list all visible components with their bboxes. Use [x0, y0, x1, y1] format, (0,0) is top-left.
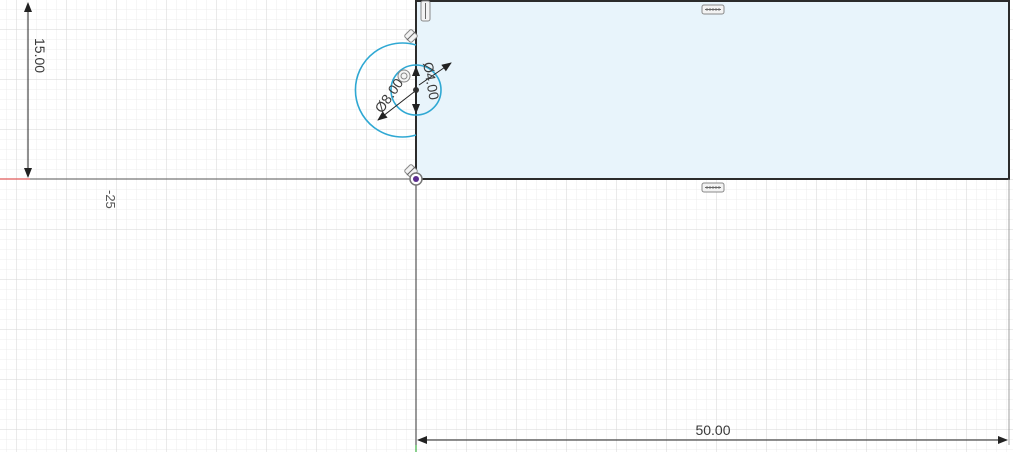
horizontal-constraint-icon[interactable] [701, 4, 725, 15]
sketch-canvas[interactable]: Ø4.00 Ø8.00 15.00 50.00 -25 [0, 0, 1013, 452]
height-dimension-label[interactable]: 15.00 [32, 38, 48, 73]
sketch-viewport[interactable]: Ø4.00 Ø8.00 15.00 50.00 -25 [0, 0, 1013, 452]
axis-tick-label: -25 [103, 190, 118, 209]
vertical-constraint-icon[interactable] [420, 0, 431, 22]
origin-point-icon[interactable] [409, 172, 423, 186]
horizontal-constraint-icon[interactable] [701, 182, 725, 193]
sketch-profile-rectangle[interactable] [415, 0, 1010, 180]
width-dimension-label[interactable]: 50.00 [695, 422, 730, 438]
concentric-constraint-icon[interactable] [397, 69, 411, 83]
